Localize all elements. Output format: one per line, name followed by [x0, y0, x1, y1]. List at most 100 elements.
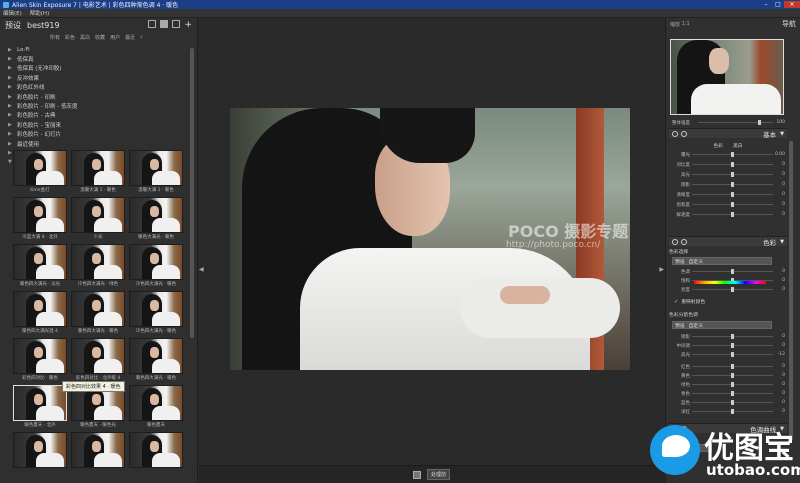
slider-value[interactable]: 0 — [773, 182, 785, 187]
large-view-icon[interactable] — [160, 20, 169, 28]
adjust-slider[interactable]: 绿色 0 — [672, 381, 785, 388]
tab-bw[interactable]: 黑白 — [733, 142, 743, 149]
collapsed-arrow-icon[interactable]: ▶ — [8, 94, 14, 100]
adjustments-scrollbar[interactable] — [789, 141, 793, 441]
preset-folder[interactable]: ▶ 彩色胶片 - 古典 — [8, 111, 189, 120]
slider-value[interactable]: 0 — [773, 373, 785, 378]
preset-folder[interactable]: ▶ 彩色胶片 - 印刷 — [8, 92, 189, 101]
preset-thumbnail[interactable] — [13, 432, 67, 479]
slider-value[interactable]: 0 — [773, 287, 785, 292]
slider-value[interactable]: 0.00 — [773, 152, 785, 157]
filter-user[interactable]: 用户 — [110, 34, 120, 41]
slider-value[interactable]: 0 — [773, 364, 785, 369]
preset-thumbnail[interactable]: 温暖大满 1 · 暖色 — [129, 150, 183, 197]
slider-value[interactable]: 0 — [773, 334, 785, 339]
preset-thumbnail[interactable]: 暖色四大满光 · 暖色 — [71, 291, 125, 338]
preset-thumbnail[interactable]: 冷色四大满光 · 绿色 — [71, 244, 125, 291]
preset-thumbnail[interactable]: 暖色夏天 · 北外 — [13, 385, 67, 432]
slider-value[interactable]: -12 — [773, 352, 785, 357]
collapsed-arrow-icon[interactable]: ▶ — [8, 75, 14, 81]
preset-thumbnail[interactable]: 温暖大满 1 · 暖色 — [71, 150, 125, 197]
preset-folder[interactable]: ▶ 低保真 — [8, 54, 189, 63]
preset-thumbnail[interactable]: 冷蓝大满 4 · 北外 — [13, 197, 67, 244]
adjust-slider[interactable]: 红色 0 — [672, 363, 785, 370]
navigator-title[interactable]: 导航 — [782, 19, 796, 29]
right-panel-toggle-icon[interactable]: ▶ — [659, 266, 664, 273]
main-photo[interactable]: POCO 摄影专题 http://photo.poco.cn/ — [230, 108, 630, 370]
adjust-slider[interactable]: 亮度 0 — [672, 286, 785, 293]
close-button[interactable]: ✕ — [784, 1, 800, 8]
collapsed-arrow-icon[interactable]: ▶ — [8, 65, 14, 71]
preset-folder[interactable]: ▶ 彩色红外线 — [8, 83, 189, 92]
adjust-slider[interactable]: 色调 0 — [672, 268, 785, 275]
preset-thumbnail[interactable]: 暖色四大满光混 4 — [13, 291, 67, 338]
slider-value[interactable]: 0 — [773, 400, 785, 405]
adjust-slider[interactable]: 高光 -12 — [672, 351, 785, 358]
preset-folder[interactable]: ▶ 反冲效果 — [8, 73, 189, 82]
filter-recent[interactable]: 最近 — [125, 34, 135, 41]
tab-color[interactable]: 色彩 — [713, 142, 723, 149]
slider-value[interactable]: 0 — [773, 162, 785, 167]
compare-icon[interactable] — [412, 470, 421, 479]
collapsed-arrow-icon[interactable]: ▶ — [8, 56, 14, 62]
slider-value[interactable]: 0 — [773, 202, 785, 207]
preset-thumbnail[interactable]: 彩色四对比 · 暖色 — [13, 338, 67, 385]
slider-value[interactable]: 0 — [773, 343, 785, 348]
presets-scrollbar[interactable] — [190, 48, 194, 338]
preset-thumbnail[interactable]: time金灯 — [13, 150, 67, 197]
preset-thumbnail[interactable]: 暖色四大满光 · 淡光 — [13, 244, 67, 291]
list-view-icon[interactable] — [172, 20, 181, 28]
slider-value[interactable]: 0 — [773, 382, 785, 387]
adjust-slider[interactable]: 清晰度 0 — [672, 191, 785, 198]
menu-edit[interactable]: 编辑(E) — [3, 9, 22, 17]
slider-value[interactable]: 0 — [773, 212, 785, 217]
before-button[interactable]: 处理前 — [426, 469, 450, 480]
preset-folder[interactable]: ▶ 彩色胶片 - 宝丽来 — [8, 120, 189, 129]
collapsed-arrow-icon[interactable]: ▶ — [8, 131, 14, 137]
preset-thumbnail[interactable]: 暖色四大满光 · 暖色 — [129, 338, 183, 385]
search-icon[interactable]: ⌕ — [140, 34, 143, 40]
split-tone-select[interactable]: 预设 自定义 — [672, 321, 772, 329]
adjust-slider[interactable]: 鲜艳度 0 — [672, 211, 785, 218]
toggle-icon[interactable] — [672, 130, 678, 137]
preset-thumbnail[interactable]: 暖色夏天 — [129, 385, 183, 432]
preset-folder[interactable]: ▶ 低保真 (无冲印胶) — [8, 64, 189, 73]
preset-folder[interactable]: ▶ 最近使用 — [8, 139, 189, 148]
preset-thumbnail[interactable]: 暖色大满光 · 暖色 — [129, 197, 183, 244]
filter-color[interactable]: 彩色 — [65, 34, 75, 41]
preset-thumbnail[interactable] — [129, 432, 183, 479]
preset-thumbnail[interactable]: 冷色四大满光 · 暖色 — [129, 291, 183, 338]
collapsed-arrow-icon[interactable]: ▶ — [8, 122, 14, 128]
grid-view-icon[interactable] — [148, 20, 157, 28]
slider-value[interactable]: 0 — [773, 172, 785, 177]
reset-icon[interactable] — [681, 130, 687, 137]
adjust-slider[interactable]: 青色 0 — [672, 390, 785, 397]
slider-value[interactable]: 0 — [773, 278, 785, 283]
preset-folder[interactable]: ▶ 彩色胶片 - 印刷 - 低灰度 — [8, 101, 189, 110]
preset-thumbnail[interactable] — [71, 432, 125, 479]
left-panel-toggle-icon[interactable]: ◀ — [199, 266, 204, 273]
filter-bw[interactable]: 黑白 — [80, 34, 90, 41]
filter-fav[interactable]: 收藏 — [95, 34, 105, 41]
slider-value[interactable]: 0 — [773, 391, 785, 396]
preset-thumbnail[interactable]: 冷色四大满光 · 暖色 — [129, 244, 183, 291]
color-preset-select[interactable]: 预设 自定义 — [672, 257, 772, 265]
collapsed-arrow-icon[interactable]: ▶ — [8, 112, 14, 118]
adjust-slider[interactable]: 阴影 0 — [672, 181, 785, 188]
preset-folder[interactable]: ▶ 彩色胶片 - 幻灯片 — [8, 130, 189, 139]
slider-value[interactable]: 0 — [773, 192, 785, 197]
adjust-slider[interactable]: 曝光 0.00 — [672, 151, 785, 158]
preset-thumbnail[interactable]: 暖色夏天 · 暖色光 — [71, 385, 125, 432]
collapsed-arrow-icon[interactable]: ▶ — [8, 103, 14, 109]
zoom-value[interactable]: 1:1 — [682, 21, 690, 27]
collapsed-arrow-icon[interactable]: ▶ — [8, 47, 14, 53]
navigator-thumbnail[interactable] — [670, 39, 784, 115]
preset-thumbnail[interactable]: 少光 — [71, 197, 125, 244]
menu-help[interactable]: 帮助(H) — [30, 9, 49, 17]
filter-all[interactable]: 所有 — [50, 34, 60, 41]
adjust-slider[interactable]: 对比度 0 — [672, 161, 785, 168]
color-section-header[interactable]: 色彩 ▼ — [669, 236, 787, 247]
collapsed-arrow-icon[interactable]: ▶ — [8, 141, 14, 147]
slider-value[interactable]: 0 — [773, 269, 785, 274]
adjust-slider[interactable]: 洋红 0 — [672, 408, 785, 415]
